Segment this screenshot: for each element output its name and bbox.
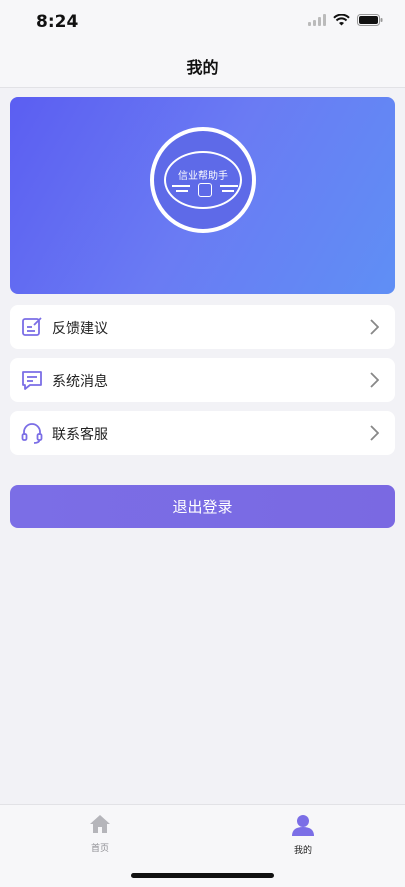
chevron-right-icon (370, 372, 379, 388)
logo-text: 信业帮助手 (178, 171, 228, 182)
tab-label: 首页 (90, 844, 109, 854)
logo-line (176, 190, 188, 192)
message-icon (22, 371, 42, 390)
profile-banner: 信业帮助手 (10, 97, 395, 294)
logo-hand-icon (198, 183, 212, 197)
menu-item-label: 反馈建议 (52, 321, 108, 337)
home-indicator (131, 873, 274, 878)
person-icon (292, 815, 314, 836)
navigation-bar: 我的 (0, 44, 405, 88)
tab-mine[interactable]: 我的 (273, 813, 333, 856)
menu-item-messages[interactable]: 系统消息 (10, 358, 395, 402)
signal-icon (308, 14, 326, 26)
feedback-edit-icon (22, 317, 42, 336)
chevron-right-icon (370, 425, 379, 441)
page-title: 我的 (186, 57, 219, 77)
status-bar: 8:24 (0, 0, 405, 44)
app-logo: 信业帮助手 (150, 127, 256, 233)
logo-inner-ring: 信业帮助手 (164, 151, 242, 209)
battery-icon (357, 14, 383, 26)
headset-icon (21, 423, 43, 444)
tab-label: 我的 (293, 846, 312, 856)
chevron-right-icon (370, 319, 379, 335)
status-icons (308, 14, 383, 26)
menu-item-feedback[interactable]: 反馈建议 (10, 305, 395, 349)
menu-item-contact-support[interactable]: 联系客服 (10, 411, 395, 455)
logo-line (172, 185, 190, 187)
logo-line (222, 190, 234, 192)
logo-line (220, 185, 238, 187)
logout-button[interactable]: 退出登录 (10, 485, 395, 528)
menu-item-label: 系统消息 (52, 374, 108, 390)
wifi-icon (333, 14, 350, 26)
status-time: 8:24 (36, 12, 79, 32)
home-icon (90, 815, 110, 833)
menu-item-label: 联系客服 (52, 427, 108, 443)
tab-home[interactable]: 首页 (70, 813, 130, 854)
